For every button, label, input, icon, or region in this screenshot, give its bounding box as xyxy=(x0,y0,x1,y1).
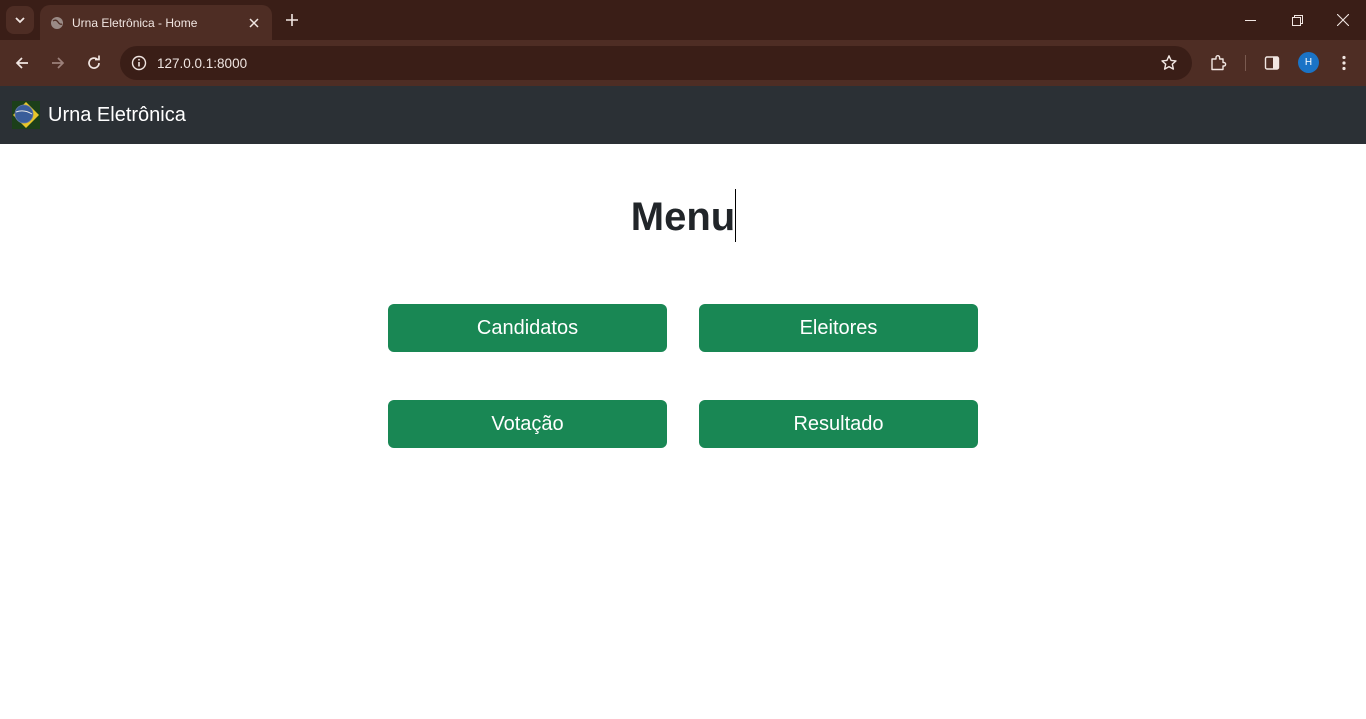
eleitores-button[interactable]: Eleitores xyxy=(699,304,978,352)
tab-title: Urna Eletrônica - Home xyxy=(72,15,198,30)
kebab-menu-icon[interactable] xyxy=(1332,51,1356,75)
restore-icon[interactable] xyxy=(1287,10,1307,30)
url-text: 127.0.0.1:8000 xyxy=(157,55,248,71)
chevron-down-icon xyxy=(15,17,25,24)
star-icon[interactable] xyxy=(1160,54,1178,72)
address-bar[interactable]: 127.0.0.1:8000 xyxy=(120,46,1192,80)
plus-icon[interactable] xyxy=(282,10,302,30)
globe-icon xyxy=(50,16,64,30)
toolbar-divider xyxy=(1245,55,1246,71)
app-navbar: Urna Eletrônica xyxy=(0,86,1366,144)
close-icon[interactable] xyxy=(246,15,262,31)
arrow-left-icon[interactable] xyxy=(10,51,34,75)
reload-icon[interactable] xyxy=(82,51,106,75)
text-cursor xyxy=(735,189,736,242)
candidatos-button[interactable]: Candidatos xyxy=(388,304,667,352)
minimize-icon[interactable] xyxy=(1240,10,1260,30)
profile-avatar[interactable]: H xyxy=(1298,52,1319,73)
brand-title[interactable]: Urna Eletrônica xyxy=(48,104,186,127)
resultado-button[interactable]: Resultado xyxy=(699,400,978,448)
side-panel-icon[interactable] xyxy=(1260,51,1284,75)
arrow-right-icon[interactable] xyxy=(46,51,70,75)
page-title: Menu xyxy=(630,195,736,239)
brand-logo-icon[interactable] xyxy=(12,101,40,129)
browser-tabstrip: Urna Eletrônica - Home xyxy=(0,0,1366,40)
browser-toolbar: 127.0.0.1:8000 H xyxy=(0,40,1366,86)
window-close-icon[interactable] xyxy=(1333,10,1353,30)
votacao-button[interactable]: Votação xyxy=(388,400,667,448)
tab-search-button[interactable] xyxy=(6,6,34,34)
browser-tab[interactable]: Urna Eletrônica - Home xyxy=(40,5,272,40)
puzzle-icon[interactable] xyxy=(1206,51,1230,75)
info-icon[interactable] xyxy=(128,52,150,74)
